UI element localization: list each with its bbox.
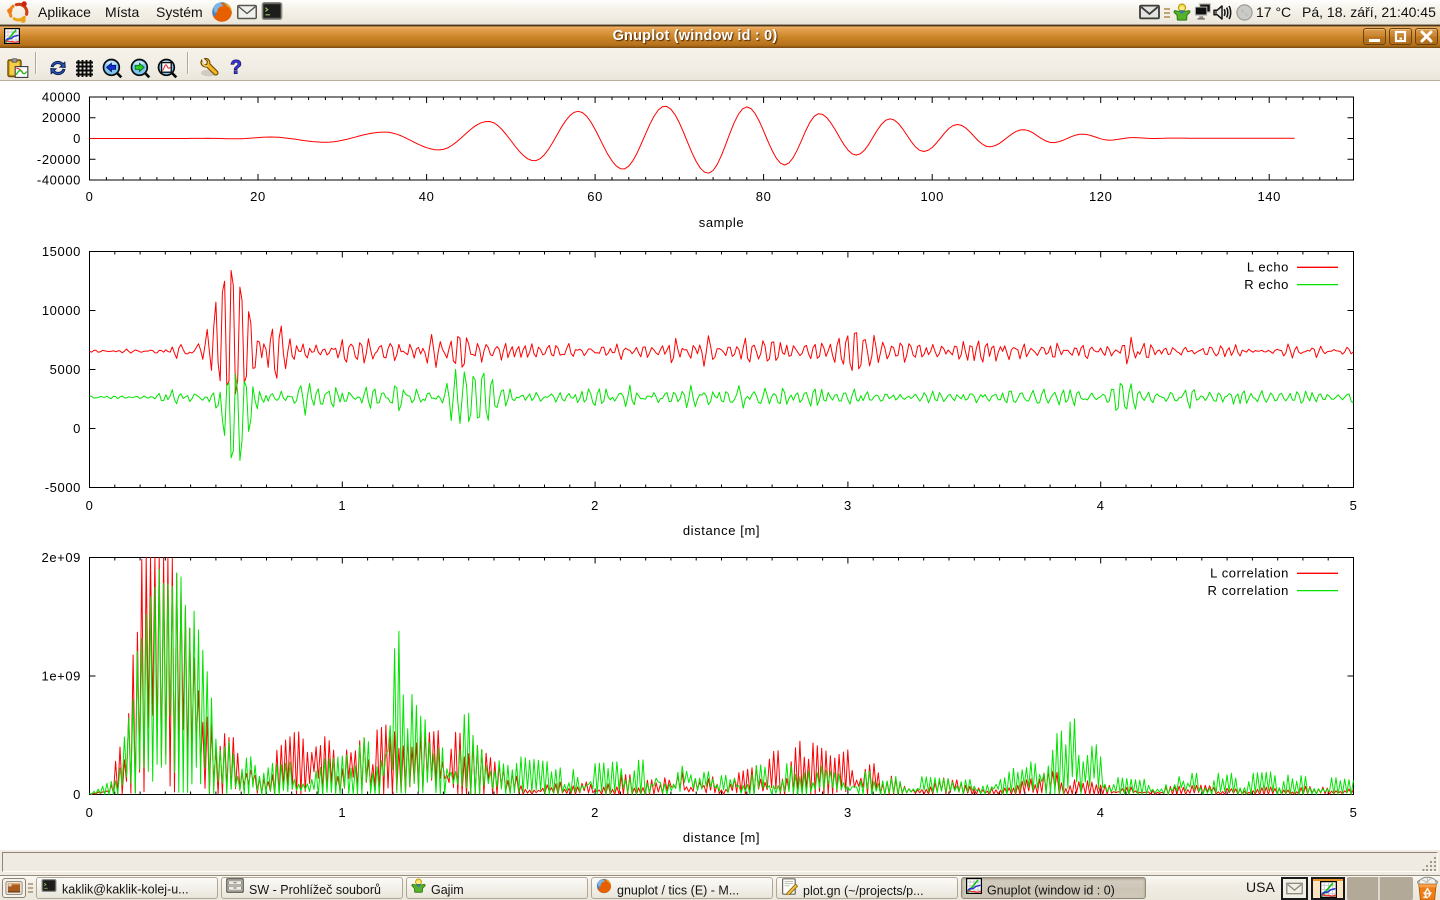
svg-text:5: 5: [1350, 498, 1358, 513]
svg-text:120: 120: [1089, 189, 1113, 204]
svg-text:20000: 20000: [42, 110, 81, 125]
svg-text:L echo: L echo: [1247, 260, 1289, 275]
svg-text:1e+09: 1e+09: [41, 669, 81, 684]
svg-text:1: 1: [338, 498, 346, 513]
svg-text:10000: 10000: [42, 303, 81, 318]
svg-text:4: 4: [1097, 498, 1105, 513]
svg-text:80: 80: [756, 189, 772, 204]
svg-text:L correlation: L correlation: [1210, 566, 1289, 581]
svg-text:2e+09: 2e+09: [41, 550, 81, 565]
svg-text:40: 40: [419, 189, 435, 204]
svg-text:?: ?: [230, 58, 242, 79]
svg-text:distance [m]: distance [m]: [683, 523, 760, 538]
svg-text:3: 3: [844, 498, 852, 513]
svg-text:15000: 15000: [42, 244, 81, 259]
svg-text:3: 3: [844, 805, 852, 820]
svg-text:20: 20: [250, 189, 266, 204]
svg-text:R echo: R echo: [1244, 277, 1289, 292]
svg-text:0: 0: [86, 498, 94, 513]
svg-text:-40000: -40000: [37, 173, 81, 188]
svg-text:R correlation: R correlation: [1208, 583, 1290, 598]
svg-text:2: 2: [591, 498, 599, 513]
svg-text:2: 2: [591, 805, 599, 820]
svg-text:distance [m]: distance [m]: [683, 830, 760, 845]
svg-text:40000: 40000: [42, 90, 81, 105]
svg-text:4: 4: [1097, 805, 1105, 820]
svg-text:-20000: -20000: [37, 152, 81, 167]
svg-text:60: 60: [587, 189, 603, 204]
svg-text:0: 0: [73, 421, 81, 436]
svg-text:0: 0: [73, 131, 81, 146]
svg-text:5: 5: [1350, 805, 1358, 820]
svg-text:100: 100: [920, 189, 944, 204]
svg-text:140: 140: [1257, 189, 1281, 204]
svg-text:1: 1: [338, 805, 346, 820]
svg-text:0: 0: [86, 805, 94, 820]
svg-text:sample: sample: [699, 215, 745, 230]
svg-text:5000: 5000: [50, 362, 81, 377]
svg-text:0: 0: [86, 189, 94, 204]
svg-text:-5000: -5000: [45, 480, 81, 495]
svg-text:0: 0: [73, 787, 81, 802]
